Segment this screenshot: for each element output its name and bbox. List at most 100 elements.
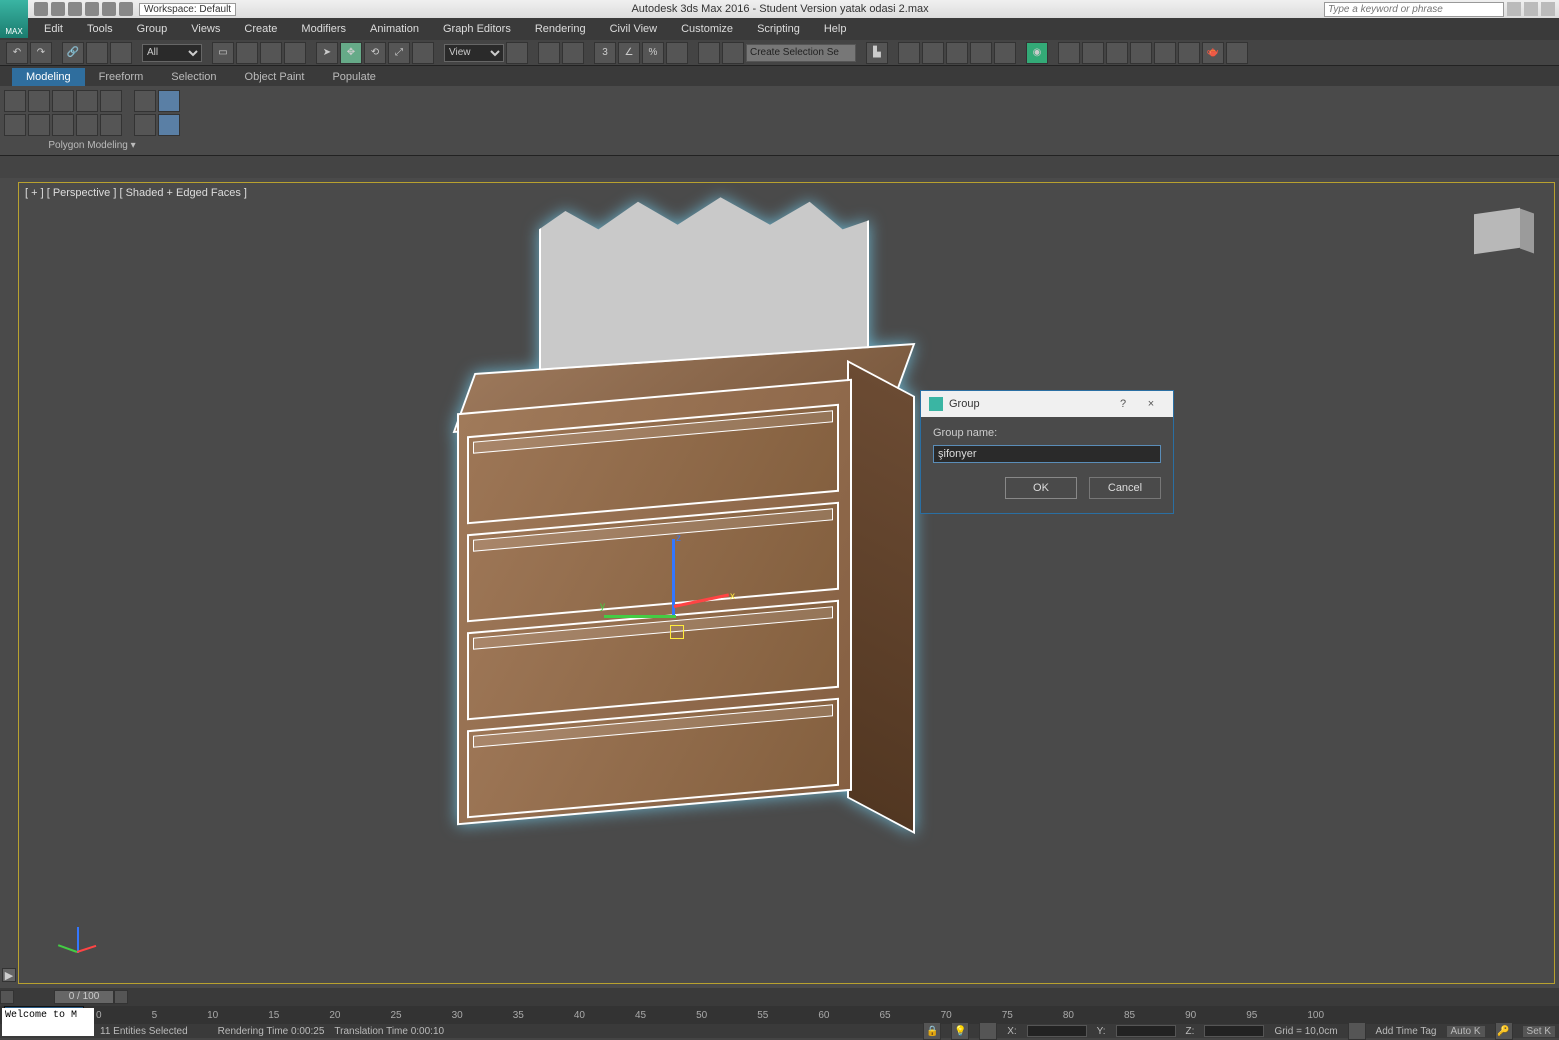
mirror-icon[interactable]: ▙ xyxy=(866,42,888,64)
ribbon-group-label[interactable]: Polygon Modeling ▾ xyxy=(4,138,180,151)
viewport[interactable]: [ + ] [ Perspective ] [ Shaded + Edged F… xyxy=(18,182,1555,984)
menu-group[interactable]: Group xyxy=(125,18,180,40)
key-icon[interactable]: 🔑 xyxy=(1495,1022,1513,1040)
tab-selection[interactable]: Selection xyxy=(157,68,230,86)
misc2-icon[interactable] xyxy=(158,114,180,136)
toggle-ribbon-icon[interactable] xyxy=(946,42,968,64)
qat-save-icon[interactable] xyxy=(68,2,82,16)
viewport-label[interactable]: [ + ] [ Perspective ] [ Shaded + Edged F… xyxy=(25,187,247,199)
menu-help[interactable]: Help xyxy=(812,18,859,40)
add-time-tag[interactable]: Add Time Tag xyxy=(1376,1026,1437,1037)
misc1-icon[interactable] xyxy=(134,114,156,136)
show-end-result-icon[interactable] xyxy=(158,90,180,112)
coord-y-input[interactable] xyxy=(1116,1025,1176,1037)
material-editor-icon[interactable]: ◉ xyxy=(1026,42,1048,64)
subobj-element-icon[interactable] xyxy=(100,90,122,112)
render-iter-icon[interactable] xyxy=(1130,42,1152,64)
move-icon[interactable]: ✥ xyxy=(340,42,362,64)
time-tag-icon[interactable] xyxy=(1348,1022,1366,1040)
edit-named-sel-icon[interactable] xyxy=(698,42,720,64)
time-slider[interactable]: 0 / 100 xyxy=(0,988,1559,1006)
subobj-vertex-icon[interactable] xyxy=(4,90,26,112)
menu-views[interactable]: Views xyxy=(179,18,232,40)
tab-freeform[interactable]: Freeform xyxy=(85,68,158,86)
cancel-button[interactable]: Cancel xyxy=(1089,477,1161,499)
select-region-icon[interactable] xyxy=(260,42,282,64)
signin-icon[interactable] xyxy=(1507,2,1521,16)
qat-new-icon[interactable] xyxy=(34,2,48,16)
selected-object[interactable] xyxy=(439,188,959,828)
dialog-help-button[interactable]: ? xyxy=(1109,398,1137,410)
timeslider-left-icon[interactable] xyxy=(0,990,14,1004)
qat-link-icon[interactable] xyxy=(119,2,133,16)
ref-coord-system[interactable]: View xyxy=(444,44,504,62)
undo-icon[interactable]: ↶ xyxy=(6,42,28,64)
viewcube-icon[interactable] xyxy=(1464,203,1534,263)
help-icon[interactable] xyxy=(1541,2,1555,16)
render-in-cloud-icon[interactable] xyxy=(1178,42,1200,64)
help-search-input[interactable] xyxy=(1324,2,1504,17)
menu-rendering[interactable]: Rendering xyxy=(523,18,598,40)
constraints-icon[interactable] xyxy=(100,114,122,136)
app-logo[interactable]: MAX xyxy=(0,0,28,38)
transform-gizmo-icon[interactable]: z y x xyxy=(604,533,744,673)
menu-tools[interactable]: Tools xyxy=(75,18,125,40)
placement-icon[interactable] xyxy=(412,42,434,64)
select-name-icon[interactable] xyxy=(236,42,258,64)
dialog-titlebar[interactable]: Group ? × xyxy=(921,391,1173,417)
autokey-button[interactable]: Auto K xyxy=(1447,1026,1485,1037)
selection-filter[interactable]: All xyxy=(142,44,202,62)
menu-customize[interactable]: Customize xyxy=(669,18,745,40)
setkey-button[interactable]: Set K xyxy=(1523,1026,1555,1037)
layers-icon[interactable] xyxy=(922,42,944,64)
redo-icon[interactable]: ↷ xyxy=(30,42,52,64)
menu-create[interactable]: Create xyxy=(232,18,289,40)
tab-populate[interactable]: Populate xyxy=(318,68,389,86)
coord-z-input[interactable] xyxy=(1204,1025,1264,1037)
workspace-selector[interactable]: Workspace: Default xyxy=(139,3,236,16)
schematic-view-icon[interactable] xyxy=(994,42,1016,64)
absolute-mode-icon[interactable] xyxy=(979,1022,997,1040)
subobj-polygon-icon[interactable] xyxy=(76,90,98,112)
menu-grapheditors[interactable]: Graph Editors xyxy=(431,18,523,40)
scale-icon[interactable]: ⤢ xyxy=(388,42,410,64)
preview-icon[interactable] xyxy=(134,90,156,112)
menu-civilview[interactable]: Civil View xyxy=(598,18,669,40)
subobj-border-icon[interactable] xyxy=(52,90,74,112)
menu-edit[interactable]: Edit xyxy=(32,18,75,40)
curve-editor-icon[interactable] xyxy=(970,42,992,64)
render-teapot-icon[interactable]: 🫖 xyxy=(1202,42,1224,64)
render-prod-icon[interactable] xyxy=(1106,42,1128,64)
bind-icon[interactable] xyxy=(110,42,132,64)
autodesk360-icon[interactable] xyxy=(1226,42,1248,64)
menu-modifiers[interactable]: Modifiers xyxy=(289,18,358,40)
keyboard-shortcut-icon[interactable] xyxy=(562,42,584,64)
quickslice-icon[interactable] xyxy=(28,114,50,136)
rendered-frame-icon[interactable] xyxy=(1082,42,1104,64)
rotate-icon[interactable]: ⟲ xyxy=(364,42,386,64)
paint-connect-icon[interactable] xyxy=(76,114,98,136)
vp-toggle-icon[interactable]: ▶ xyxy=(2,968,16,982)
spinner-snap-icon[interactable] xyxy=(666,42,688,64)
ok-button[interactable]: OK xyxy=(1005,477,1077,499)
menu-animation[interactable]: Animation xyxy=(358,18,431,40)
render-setup-icon[interactable] xyxy=(1058,42,1080,64)
select-icon[interactable]: ▭ xyxy=(212,42,234,64)
select-object-icon[interactable]: ➤ xyxy=(316,42,338,64)
named-selection-input[interactable] xyxy=(746,44,856,62)
repeat-last-icon[interactable] xyxy=(4,114,26,136)
tab-modeling[interactable]: Modeling xyxy=(12,68,85,86)
named-sel-icon[interactable] xyxy=(722,42,744,64)
coord-x-input[interactable] xyxy=(1027,1025,1087,1037)
isolate-icon[interactable]: 💡 xyxy=(951,1022,969,1040)
maxscript-listener[interactable]: Welcome to M xyxy=(2,1008,94,1036)
subobj-edge-icon[interactable] xyxy=(28,90,50,112)
align-icon[interactable] xyxy=(898,42,920,64)
cut-icon[interactable] xyxy=(52,114,74,136)
manipulate-icon[interactable] xyxy=(538,42,560,64)
link-icon[interactable]: 🔗 xyxy=(62,42,84,64)
activeshade-icon[interactable] xyxy=(1154,42,1176,64)
angle-snap-icon[interactable]: ∠ xyxy=(618,42,640,64)
timeline-ruler[interactable]: 0 5 10 15 20 25 30 35 40 45 50 55 60 65 … xyxy=(0,1006,1559,1024)
lock-selection-icon[interactable]: 🔒 xyxy=(923,1022,941,1040)
